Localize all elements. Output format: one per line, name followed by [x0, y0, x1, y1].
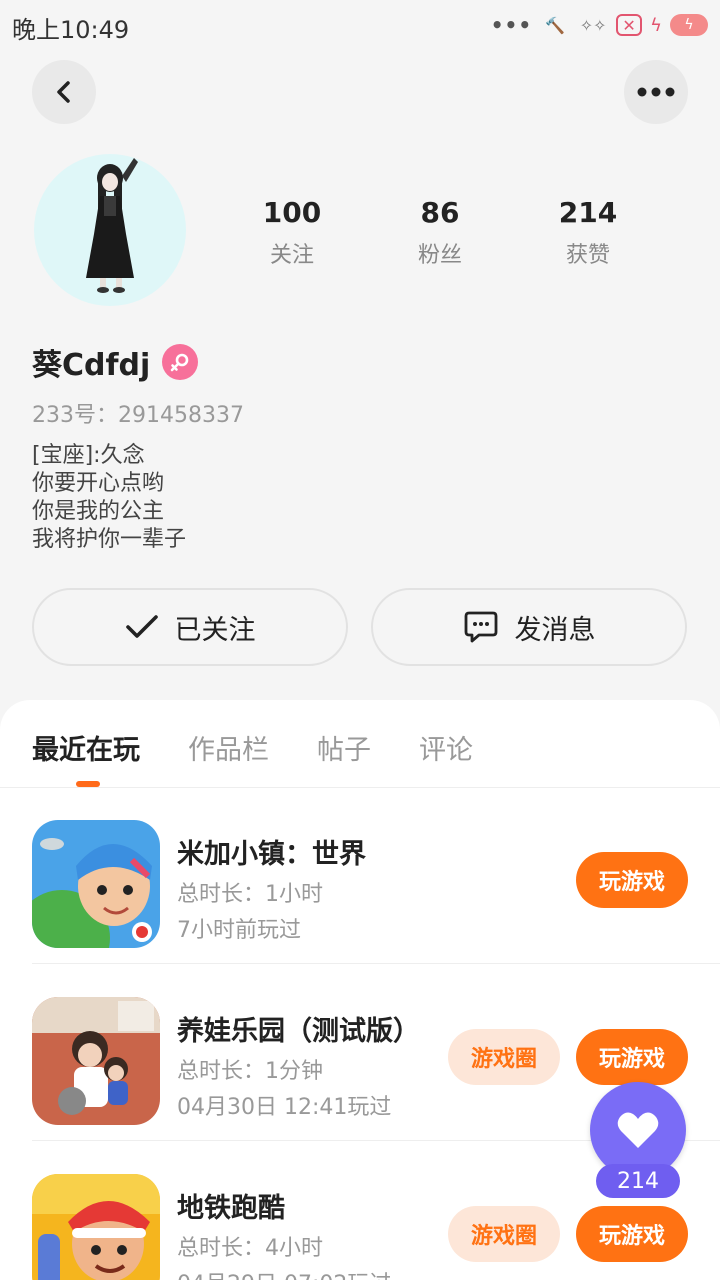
stat-likes-value: 214 — [558, 196, 618, 229]
stat-following[interactable]: 100 关注 — [218, 196, 366, 269]
stat-fans[interactable]: 86 粉丝 — [366, 196, 514, 269]
avatar-figure-image — [86, 158, 138, 293]
game-icon-subway-surfers[interactable] — [32, 1174, 160, 1280]
game-last-played: 04月29日 07:02玩过 — [177, 1266, 391, 1280]
game-title: 养娃乐园（测试版） — [177, 1016, 420, 1047]
stat-likes[interactable]: 214 获赞 — [514, 196, 662, 269]
send-message-button[interactable]: 发消息 — [371, 588, 687, 666]
chevron-left-icon — [57, 81, 70, 103]
game-row[interactable]: 米加小镇：世界 总时长：1小时 7小时前玩过 玩游戏 — [32, 788, 720, 964]
avatar[interactable] — [34, 154, 186, 306]
stat-fans-label: 粉丝 — [417, 243, 462, 268]
tab-comments[interactable]: 评论 — [419, 728, 473, 767]
user-id: 233号：291458337 — [32, 403, 244, 428]
game-duration: 总时长：4小时 — [177, 1236, 323, 1261]
profile-tabs: 最近在玩 作品栏 帖子 评论 — [32, 728, 473, 767]
bolt-icon: ϟ — [650, 14, 662, 36]
stars-icon: ✧✧ — [579, 15, 607, 35]
bio-line: [宝座]:久念 — [32, 443, 145, 468]
user-bio: [宝座]:久念 你要开心点哟 你是我的公主 我将护你一辈子 — [32, 442, 186, 554]
tab-works[interactable]: 作品栏 — [188, 728, 269, 767]
play-game-button[interactable]: 玩游戏 — [576, 852, 688, 908]
play-game-button[interactable]: 玩游戏 — [576, 1029, 688, 1085]
battery-icon: ϟ — [670, 14, 708, 36]
game-duration: 总时长：1小时 — [177, 882, 323, 907]
user-name: 葵Cdfdj — [32, 348, 151, 383]
play-game-button[interactable]: 玩游戏 — [576, 1206, 688, 1262]
back-button[interactable] — [32, 60, 96, 124]
game-title: 地铁跑酷 — [177, 1193, 285, 1224]
stat-following-label: 关注 — [269, 243, 314, 268]
game-last-played: 04月30日 12:41玩过 — [177, 1095, 392, 1120]
game-circle-button[interactable]: 游戏圈 — [448, 1206, 560, 1262]
heart-icon — [617, 1112, 659, 1148]
hammer-icon: 🔨 — [545, 15, 566, 35]
followed-button-label: 已关注 — [174, 614, 256, 646]
check-icon — [125, 615, 158, 638]
status-time: 晚上10:49 — [12, 16, 130, 44]
game-title: 米加小镇：世界 — [177, 839, 366, 870]
more-dots-icon: ••• — [490, 13, 533, 37]
followed-button[interactable]: 已关注 — [32, 588, 348, 666]
female-icon — [162, 344, 199, 380]
status-bar: 晚上10:49 ••• 🔨 ✧✧ ✕ ϟ ϟ — [0, 0, 720, 50]
more-horizontal-icon — [637, 87, 675, 97]
bio-line: 我将护你一辈子 — [32, 527, 187, 552]
more-button[interactable] — [624, 60, 688, 124]
send-message-label: 发消息 — [514, 614, 596, 646]
stat-following-value: 100 — [262, 196, 322, 229]
game-duration: 总时长：1分钟 — [177, 1059, 323, 1084]
stat-likes-label: 获赞 — [565, 243, 610, 268]
bio-line: 你要开心点哟 — [32, 471, 165, 496]
game-last-played: 7小时前玩过 — [177, 918, 301, 943]
status-icons: ••• 🔨 ✧✧ ✕ ϟ ϟ — [491, 10, 708, 40]
sim-card-icon: ✕ — [616, 14, 643, 36]
game-icon-baby-park[interactable] — [32, 997, 160, 1125]
name-row: 葵Cdfdj — [32, 340, 199, 384]
tab-recent-played[interactable]: 最近在玩 — [32, 728, 140, 767]
like-count-badge: 214 — [596, 1164, 680, 1198]
bio-line: 你是我的公主 — [32, 499, 165, 524]
row-divider — [32, 963, 720, 964]
tab-posts[interactable]: 帖子 — [317, 728, 371, 767]
game-icon-miga-town[interactable] — [32, 820, 160, 948]
stat-fans-value: 86 — [420, 196, 460, 229]
chat-bubble-icon — [464, 611, 497, 643]
profile-stats: 100 关注 86 粉丝 214 获赞 — [218, 196, 662, 269]
game-circle-button[interactable]: 游戏圈 — [448, 1029, 560, 1085]
